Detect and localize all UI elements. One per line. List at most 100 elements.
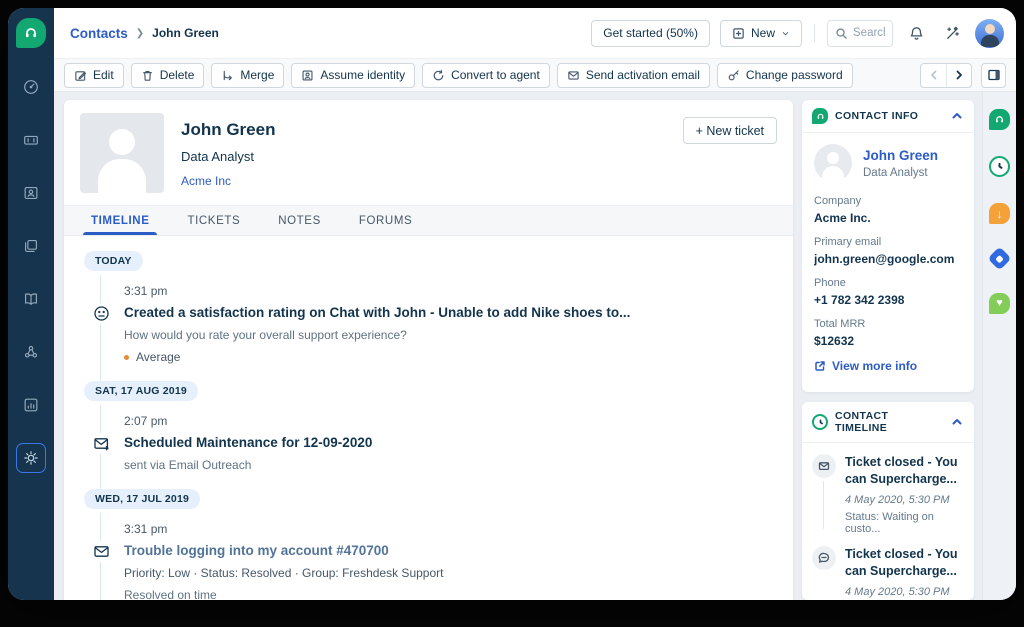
- blue-diamond-app-icon[interactable]: [987, 246, 1012, 271]
- email-icon: [92, 541, 110, 562]
- app-window: Contacts ❯ John Green Get started (50%) …: [8, 8, 1016, 600]
- timeline-group-jul: WED, 17 JUL 2019 3:31 pm Trouble logging…: [84, 489, 775, 600]
- nav-item-dashboard[interactable]: [16, 72, 46, 102]
- contact-timeline-app-icon[interactable]: [989, 156, 1010, 177]
- chat-bubble-icon: [812, 545, 836, 570]
- contact-timeline-collapse-button[interactable]: [950, 415, 964, 429]
- contact-info-collapse-button[interactable]: [950, 109, 964, 123]
- timeline-group-today: TODAY 3:31 pm Created a satisfaction rat…: [84, 251, 775, 381]
- chevron-up-icon: [952, 419, 962, 425]
- orange-app-icon[interactable]: ↓: [989, 203, 1010, 224]
- tab-notes[interactable]: NOTES: [259, 206, 340, 235]
- send-activation-email-button[interactable]: Send activation email: [556, 62, 710, 88]
- ct-entry-title[interactable]: Ticket closed - You can Supercharge...: [845, 546, 964, 580]
- get-started-button[interactable]: Get started (50%): [591, 19, 710, 47]
- right-side-panel: CONTACT INFO John Green Data Analyst Com…: [802, 100, 974, 600]
- timeline-clock-icon: [812, 414, 828, 430]
- email-sent-icon: [92, 433, 110, 454]
- entry-title-ticket-link[interactable]: Trouble logging into my account #470700: [124, 543, 775, 558]
- contact-timeline-header: CONTACT TIMELINE: [835, 410, 889, 434]
- merge-icon: [224, 70, 233, 80]
- chevron-right-icon: [956, 70, 962, 80]
- contact-detail-card: John Green Data Analyst Acme Inc + New t…: [64, 100, 793, 600]
- contact-job-title: Data Analyst: [181, 149, 254, 164]
- entry-title[interactable]: Scheduled Maintenance for 12-09-2020: [124, 435, 775, 450]
- companies-icon: [25, 240, 37, 252]
- field-label-total-mrr: Total MRR: [814, 318, 866, 330]
- freshdesk-logo-icon[interactable]: [16, 18, 46, 48]
- nav-item-contacts[interactable]: [16, 178, 46, 208]
- entry-time: 2:07 pm: [124, 414, 168, 428]
- rating-dot-icon: [124, 354, 129, 360]
- nav-item-companies[interactable]: [16, 231, 46, 261]
- tab-forums[interactable]: FORUMS: [340, 206, 431, 235]
- freshdesk-app-icon[interactable]: [989, 109, 1010, 130]
- field-value-company: Acme Inc.: [814, 211, 871, 225]
- header-divider: [814, 24, 815, 42]
- analytics-icon: [24, 398, 38, 412]
- contact-timeline-entry: Ticket closed - You can Supercharge... 4…: [802, 535, 974, 600]
- contact-info-header: CONTACT INFO: [835, 110, 919, 122]
- timeline-connector: [100, 275, 101, 381]
- timeline-group-aug: SAT, 17 AUG 2019 2:07 pm Scheduled Maint…: [84, 381, 775, 489]
- convert-arrows-icon: [433, 69, 444, 80]
- tab-timeline[interactable]: TIMELINE: [72, 206, 168, 235]
- merge-button[interactable]: Merge: [211, 62, 285, 88]
- new-button[interactable]: New: [719, 19, 802, 47]
- community-icon: [24, 345, 38, 358]
- field-label-company: Company: [814, 195, 862, 207]
- nav-item-community[interactable]: [16, 337, 46, 367]
- freshdesk-mini-icon: [812, 108, 828, 124]
- entry-title[interactable]: Created a satisfaction rating on Chat wi…: [124, 305, 775, 320]
- contact-company-link[interactable]: Acme Inc: [181, 174, 275, 188]
- assume-identity-button[interactable]: Assume identity: [291, 62, 416, 88]
- contact-info-card: CONTACT INFO John Green Data Analyst Com…: [802, 100, 974, 392]
- timeline-date-badge: TODAY: [84, 251, 143, 271]
- timeline-date-badge: WED, 17 JUL 2019: [84, 489, 201, 509]
- nav-item-solutions[interactable]: [16, 284, 46, 314]
- trash-icon: [142, 70, 152, 81]
- timeline-date-badge: SAT, 17 AUG 2019: [84, 381, 198, 401]
- caret-down-icon: [782, 31, 789, 35]
- top-header: Contacts ❯ John Green Get started (50%) …: [54, 8, 1016, 58]
- tickets-icon: [24, 135, 38, 145]
- breadcrumb-contacts-link[interactable]: Contacts: [70, 26, 128, 41]
- plus-square-icon: [733, 27, 744, 39]
- entry-subtext: Resolved on time: [124, 588, 217, 600]
- contact-pager: [920, 62, 972, 88]
- nav-item-analytics[interactable]: [16, 390, 46, 420]
- view-more-info-link[interactable]: View more info: [814, 359, 962, 373]
- contact-avatar-placeholder: [80, 113, 164, 193]
- edit-icon: [75, 70, 86, 81]
- rating-value: Average: [136, 350, 181, 364]
- nav-item-settings[interactable]: [16, 443, 46, 473]
- left-nav-rail: [8, 8, 54, 600]
- search-box[interactable]: [827, 19, 893, 47]
- field-label-phone: Phone: [814, 277, 846, 289]
- user-avatar[interactable]: [975, 18, 1004, 48]
- entry-question: How would you rate your overall support …: [124, 328, 407, 342]
- change-password-button[interactable]: Change password: [716, 62, 853, 88]
- tab-tickets[interactable]: TICKETS: [168, 206, 259, 235]
- entry-time: 3:31 pm: [124, 522, 168, 536]
- edit-button[interactable]: Edit: [64, 62, 124, 88]
- search-input[interactable]: [853, 27, 885, 39]
- key-icon: [728, 69, 739, 80]
- ct-entry-title[interactable]: Ticket closed - You can Supercharge...: [845, 454, 964, 488]
- delete-button[interactable]: Delete: [130, 62, 205, 88]
- previous-contact-button[interactable]: [921, 64, 946, 87]
- field-value-total-mrr: $12632: [814, 334, 855, 348]
- entry-subtext: sent via Email Outreach: [124, 458, 252, 472]
- next-contact-button[interactable]: [946, 63, 971, 87]
- contact-info-avatar: [814, 144, 852, 182]
- new-ticket-button[interactable]: + New ticket: [682, 117, 777, 144]
- convert-to-agent-button[interactable]: Convert to agent: [422, 62, 550, 88]
- field-value-phone: +1 782 342 2398: [814, 293, 905, 307]
- notifications-bell-icon[interactable]: [903, 20, 929, 46]
- green-heart-app-icon[interactable]: ♥: [989, 293, 1010, 314]
- timeline-feed: TODAY 3:31 pm Created a satisfaction rat…: [64, 236, 793, 600]
- apps-switcher-icon[interactable]: [939, 20, 965, 46]
- side-panel-toggle-button[interactable]: [981, 62, 1006, 88]
- nav-item-tickets[interactable]: [16, 125, 46, 155]
- contact-info-name-link[interactable]: John Green: [863, 148, 938, 163]
